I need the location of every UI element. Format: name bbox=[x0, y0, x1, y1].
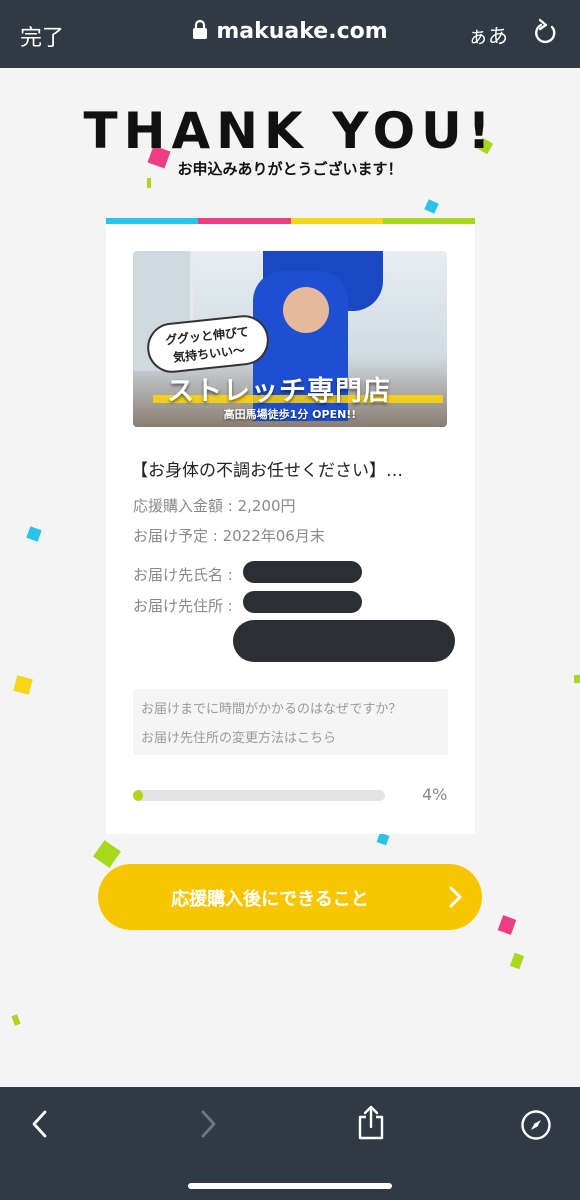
image-subtitle: 高田馬場徒歩1分 OPEN!! bbox=[223, 408, 357, 421]
delivery-schedule: お届け予定 : 2022年06月末 bbox=[133, 527, 325, 545]
progress-percent: 4% bbox=[422, 785, 448, 804]
faq-change-address-link[interactable]: お届け先住所の変更方法はこちら bbox=[141, 727, 336, 746]
project-image[interactable]: ググッと伸びて 気持ちいい〜 ストレッチ専門店 高田馬場徒歩1分 OPEN!! bbox=[133, 251, 447, 427]
stripe-segment bbox=[382, 218, 475, 224]
image-title: ストレッチ専門店 bbox=[167, 376, 391, 407]
support-amount: 応援購入金額 : 2,200円 bbox=[133, 497, 296, 515]
thank-you-title: THANK YOU! bbox=[83, 102, 497, 160]
confetti-piece bbox=[376, 832, 390, 846]
progress-bar bbox=[133, 790, 385, 801]
browser-top-bar: 完了 makuake.com ぁあ bbox=[0, 0, 580, 68]
reload-icon[interactable] bbox=[532, 18, 558, 50]
confetti-piece bbox=[497, 915, 517, 935]
back-icon[interactable] bbox=[30, 1109, 50, 1143]
text-size-button[interactable]: ぁあ bbox=[468, 20, 508, 49]
lock-icon bbox=[192, 19, 208, 46]
url-text: makuake.com bbox=[216, 19, 388, 44]
recipient-address-label: お届け先住所 : bbox=[133, 597, 233, 615]
confetti-piece bbox=[11, 1014, 21, 1026]
stripe-segment bbox=[290, 218, 383, 224]
compass-icon[interactable] bbox=[520, 1109, 552, 1145]
confetti-piece bbox=[13, 675, 33, 695]
forward-icon[interactable] bbox=[198, 1109, 218, 1143]
stripe-segment bbox=[106, 218, 199, 224]
redacted-address-line2 bbox=[233, 620, 455, 662]
confetti-piece bbox=[424, 199, 439, 214]
redacted-recipient-name bbox=[243, 561, 362, 583]
color-stripe bbox=[106, 218, 475, 224]
redacted-address-line1 bbox=[243, 591, 362, 613]
home-indicator bbox=[188, 1183, 392, 1189]
order-summary-card: ググッと伸びて 気持ちいい〜 ストレッチ専門店 高田馬場徒歩1分 OPEN!! … bbox=[106, 218, 475, 834]
confetti-piece bbox=[509, 952, 525, 970]
confetti-piece bbox=[574, 675, 580, 683]
faq-box: お届けまでに時間がかかるのはなぜですか？ お届け先住所の変更方法はこちら bbox=[133, 689, 448, 755]
progress-bar-fill bbox=[133, 790, 144, 801]
chevron-right-icon bbox=[448, 885, 464, 914]
recipient-name-label: お届け先氏名 : bbox=[133, 566, 233, 584]
after-purchase-label: 応援購入後にできること bbox=[171, 889, 369, 910]
image-client-head bbox=[283, 287, 329, 333]
after-purchase-button[interactable]: 応援購入後にできること bbox=[98, 864, 482, 930]
confetti-piece bbox=[93, 840, 121, 868]
thank-you-subtitle: お申込みありがとうございます！ bbox=[177, 160, 403, 178]
faq-delivery-time-link[interactable]: お届けまでに時間がかかるのはなぜですか？ bbox=[141, 698, 401, 717]
stripe-segment bbox=[198, 218, 291, 224]
confetti-piece bbox=[26, 526, 42, 542]
project-title[interactable]: 【お身体の不調お任せください】… bbox=[131, 456, 451, 481]
share-icon[interactable] bbox=[356, 1105, 386, 1145]
confetti-piece bbox=[147, 178, 151, 188]
